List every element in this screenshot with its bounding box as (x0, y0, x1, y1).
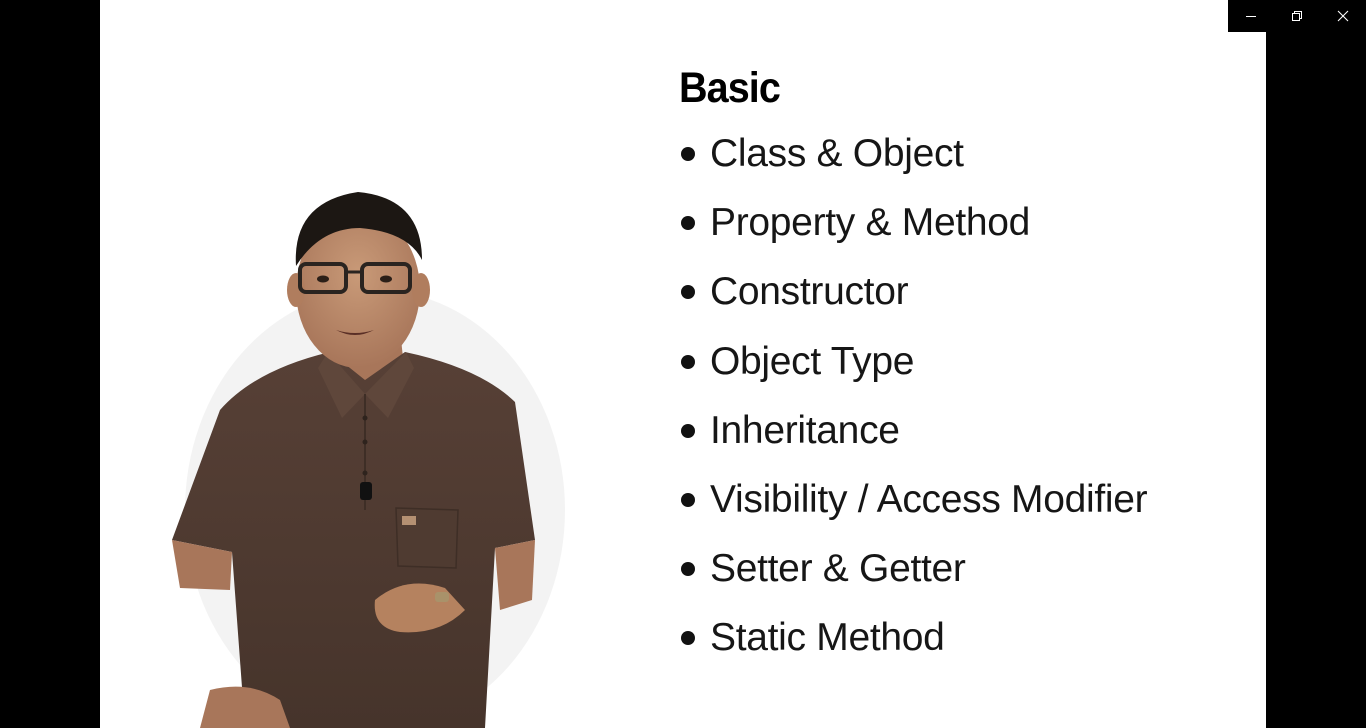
list-item: Constructor (679, 268, 1147, 337)
topic-label: Visibility / Access Modifier (710, 477, 1148, 521)
bullet-icon (681, 492, 695, 507)
restore-icon (1292, 11, 1302, 21)
bullet-icon (681, 354, 695, 369)
topic-label: Constructor (710, 270, 909, 314)
list-item: Visibility / Access Modifier (679, 476, 1148, 545)
list-item: Static Method (679, 614, 1147, 683)
bullet-icon (681, 562, 695, 577)
close-button[interactable] (1320, 0, 1366, 32)
list-item: Inheritance (679, 407, 1147, 476)
presenter-image (172, 192, 565, 728)
topic-label: Property & Method (710, 201, 1031, 245)
bullet-icon (681, 285, 695, 300)
list-item: Object Type (679, 338, 1147, 407)
bullet-icon (681, 631, 695, 646)
slide-title: Basic (679, 64, 781, 112)
topic-label: Class & Object (710, 132, 964, 175)
minimize-button[interactable] (1228, 0, 1274, 32)
list-item: Class & Object (679, 130, 1147, 199)
window-controls (1228, 0, 1366, 32)
topic-label: Static Method (710, 616, 945, 660)
bullet-icon (681, 423, 695, 438)
topic-label: Setter & Getter (710, 547, 966, 591)
bullet-icon (681, 147, 695, 161)
bullet-icon (681, 216, 695, 231)
topic-label: Object Type (710, 339, 915, 383)
video-viewer: Basic Class & Object Property & Method C… (0, 0, 1366, 728)
close-icon (1337, 10, 1349, 22)
restore-button[interactable] (1274, 0, 1320, 32)
minimize-icon (1246, 16, 1256, 17)
list-item: Property & Method (679, 199, 1147, 268)
list-item: Setter & Getter (679, 545, 1147, 614)
topic-list: Class & Object Property & Method Constru… (679, 130, 1148, 684)
topic-label: Inheritance (710, 408, 900, 452)
video-frame[interactable]: Basic Class & Object Property & Method C… (100, 0, 1266, 728)
